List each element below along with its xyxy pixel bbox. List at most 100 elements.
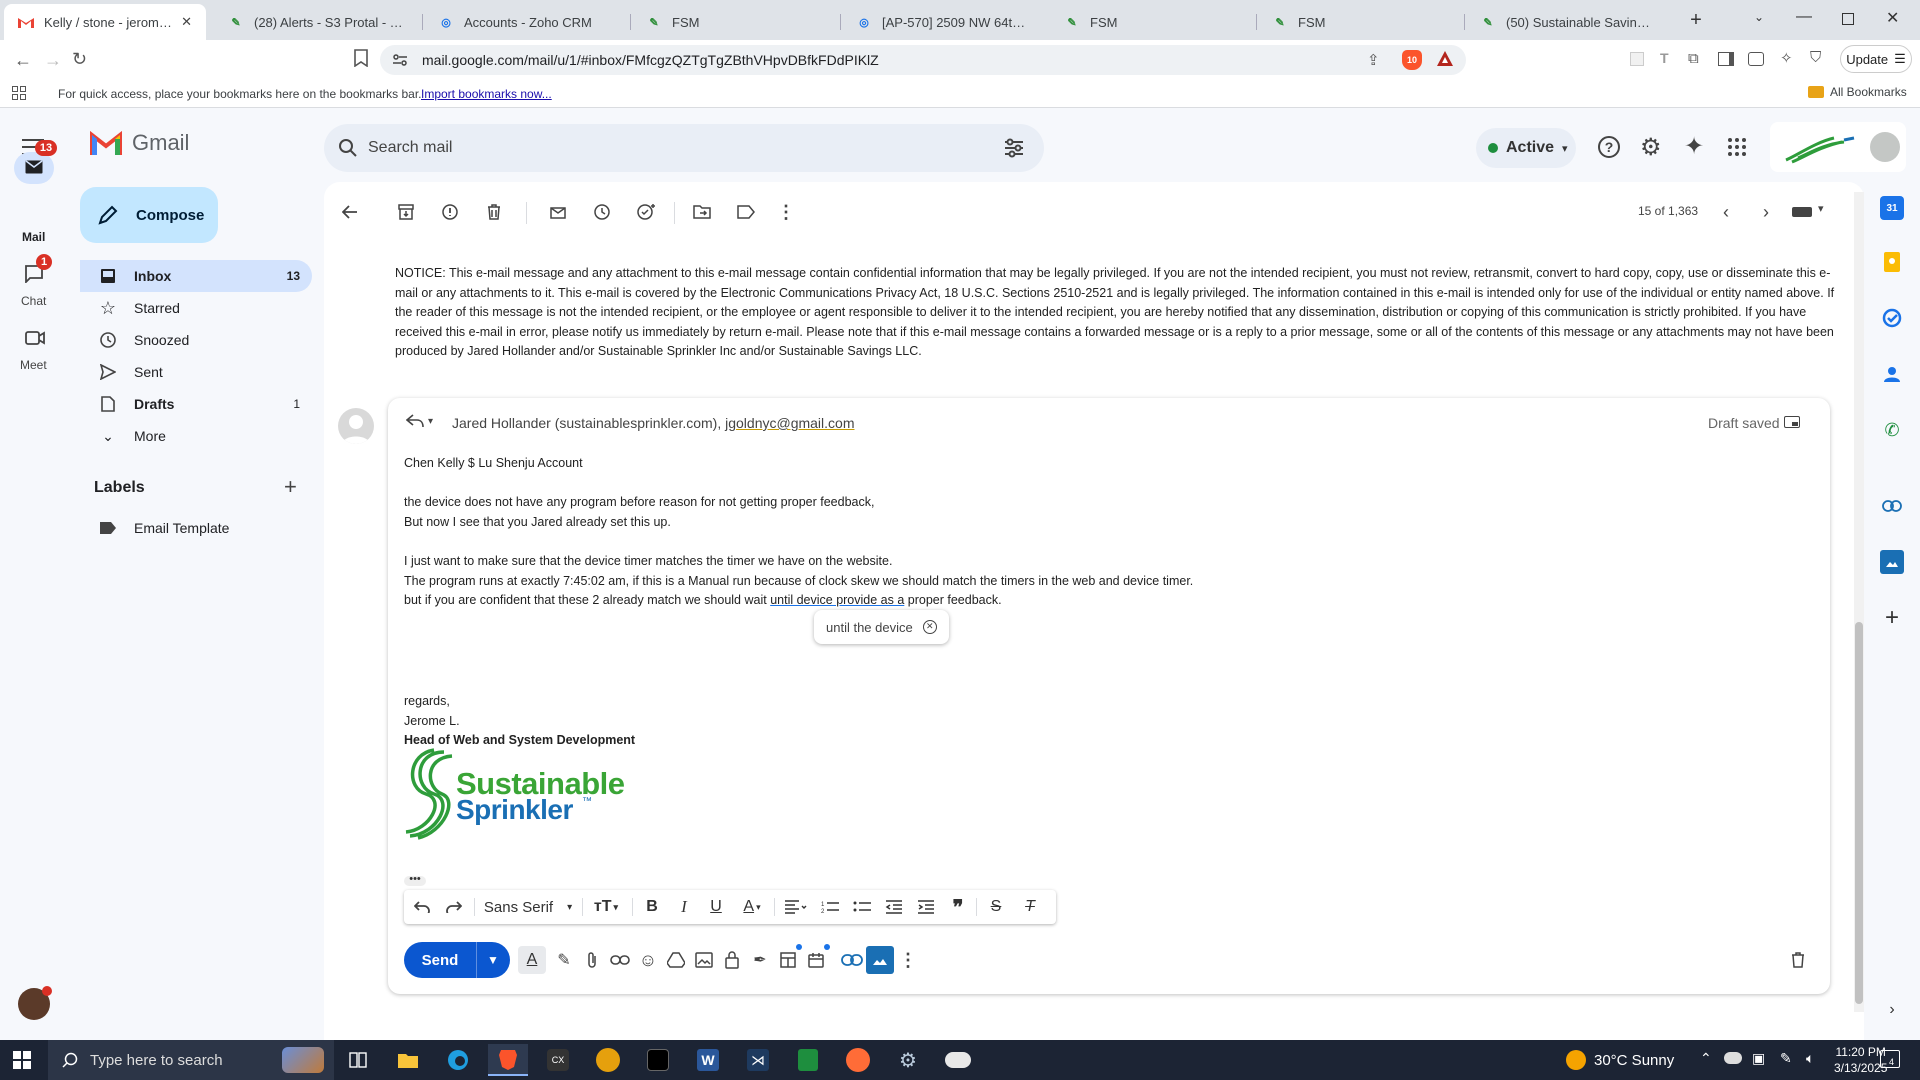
settings-app-icon[interactable]: ⚙ [888,1044,928,1076]
move-to-folder-icon[interactable] [686,196,718,228]
plex-app-icon[interactable] [588,1044,628,1076]
grammar-highlight[interactable]: until device provide as a [770,593,904,607]
discard-draft-icon[interactable] [1784,946,1812,974]
search-input[interactable]: Search mail [368,139,452,157]
tab-alerts[interactable]: ✎ (28) Alerts - S3 Protal - Tasks [214,4,418,40]
site-settings-icon[interactable] [392,52,408,68]
google-calendar-icon[interactable]: 31 [1880,196,1904,220]
extension-icon[interactable] [1630,52,1644,66]
brave-rewards-icon[interactable] [1436,50,1454,68]
italic-icon[interactable]: I [670,890,698,924]
help-icon[interactable]: ? [1598,136,1620,158]
schedule-event-icon[interactable] [802,944,830,974]
bookmark-icon[interactable] [354,49,368,67]
strikethrough-icon[interactable]: S [982,890,1010,924]
tab-zoho-crm[interactable]: ◎ Accounts - Zoho CRM [424,4,624,40]
formatting-options-icon[interactable]: A [518,946,546,974]
cloud-app-icon[interactable] [938,1044,978,1076]
archive-icon[interactable] [390,196,422,228]
tab-sustainable-savings[interactable]: ✎ (50) Sustainable Savings, LLC [1466,4,1670,40]
snooze-clock-icon[interactable] [586,196,618,228]
back-to-inbox-icon[interactable] [334,196,366,228]
bold-icon[interactable]: B [638,890,666,924]
capcut-app-icon[interactable] [638,1044,678,1076]
label-email-template[interactable]: Email Template [80,512,312,544]
share-icon[interactable]: ⇪ [1367,51,1380,69]
nav-sent[interactable]: Sent [80,356,312,388]
bulleted-list-icon[interactable] [848,890,876,924]
layouts-icon[interactable] [774,944,802,974]
report-spam-icon[interactable] [434,196,466,228]
zoho-app-icon[interactable]: CX [538,1044,578,1076]
notification-center-icon[interactable]: 4 [1880,1050,1900,1068]
confidential-mode-icon[interactable] [718,946,746,974]
account-switcher[interactable] [1770,122,1906,172]
newer-chevron-icon[interactable]: ‹ [1710,196,1742,228]
help-me-write-icon[interactable]: ✎ [550,946,578,974]
speaker-icon[interactable]: 🔈︎ [1806,1050,1814,1067]
restore-window-button[interactable] [1842,13,1854,25]
font-family-select[interactable]: Sans Serif ▾ [480,890,576,924]
nav-drafts[interactable]: Drafts 1 [80,388,312,420]
phone-extension-icon[interactable]: ✆ [1880,418,1904,442]
nav-more[interactable]: ⌄ More [80,420,312,452]
meet-now-icon[interactable]: ▣ [1752,1050,1765,1067]
recipients-field[interactable]: Jared Hollander (sustainablesprinkler.co… [452,415,855,431]
message-body-editor[interactable]: Chen Kelly $ Lu Shenju Account the devic… [404,454,1784,611]
mark-unread-icon[interactable] [542,196,574,228]
get-addons-icon[interactable]: + [1880,604,1904,631]
sidebar-toggle-icon[interactable] [1718,52,1734,66]
minimize-window-button[interactable]: — [1796,8,1812,26]
more-options-icon[interactable]: ⋮ [894,946,922,974]
pop-out-icon[interactable] [1784,416,1800,428]
schedule-send-chevron-icon[interactable]: ▼ [477,953,509,967]
all-bookmarks-button[interactable]: All Bookmarks [1808,85,1907,99]
google-drive-icon[interactable] [662,946,690,974]
pen-tray-icon[interactable]: ✎ [1780,1050,1792,1067]
nav-snoozed[interactable]: Snoozed [80,324,312,356]
align-icon[interactable] [778,890,814,924]
numbered-list-icon[interactable]: 12 [816,890,844,924]
attach-file-icon[interactable] [578,946,606,974]
link-extension-icon[interactable] [1880,494,1904,518]
tab-ap-570[interactable]: ◎ [AP-570] 2509 NW 64th Blvd [842,4,1046,40]
sheets-app-icon[interactable] [788,1044,828,1076]
reload-icon[interactable]: ↻ [72,49,87,70]
apps-grid-icon[interactable] [12,86,26,100]
windows-start-icon[interactable] [2,1044,42,1076]
status-selector[interactable]: Active ▾ [1476,128,1576,168]
quote-icon[interactable]: ❞ [944,890,972,924]
scrollbar-track[interactable] [1854,192,1864,1012]
underline-icon[interactable]: U [702,890,730,924]
undo-icon[interactable] [408,890,436,924]
file-explorer-icon[interactable] [388,1044,428,1076]
emoji-icon[interactable]: ☺ [634,946,662,974]
update-button[interactable]: Update ☰ [1840,45,1912,73]
address-bar[interactable]: mail.google.com/mail/u/1/#inbox/FMfcgzQZ… [380,45,1466,75]
indent-less-icon[interactable] [880,890,908,924]
tab-fsm-1[interactable]: ✎ FSM [632,4,836,40]
delete-icon[interactable] [478,196,510,228]
import-bookmarks-link[interactable]: Import bookmarks now... [421,87,552,101]
text-color-icon[interactable]: A ▾ [734,890,770,924]
taskbar-search[interactable]: Type here to search [48,1040,334,1080]
search-options-icon[interactable] [1004,138,1024,158]
recipient-email[interactable]: jgoldnyc@gmail.com [725,415,854,431]
google-contacts-icon[interactable] [1880,362,1904,386]
insert-link-icon[interactable] [606,946,634,974]
close-window-button[interactable]: ✕ [1886,8,1899,28]
rail-mail-button[interactable]: 13 [14,140,57,184]
extension-text-icon[interactable]: T [1660,50,1669,66]
input-tools-button[interactable]: ▾ [1792,203,1834,220]
user-avatar[interactable] [18,986,52,1020]
show-trimmed-content-icon[interactable]: ••• [404,874,426,886]
rail-chat-button[interactable]: 1 [14,254,54,290]
avatar[interactable] [1870,132,1900,162]
brave-shields-icon[interactable]: 10 [1402,50,1422,70]
label-as-icon[interactable] [730,196,762,228]
more-actions-icon[interactable]: ⋮ [770,196,802,228]
back-icon[interactable]: ← [14,50,32,71]
tab-fsm-3[interactable]: ✎ FSM [1258,4,1462,40]
remove-formatting-icon[interactable]: T [1016,890,1044,924]
font-size-icon[interactable]: ᴛT ▾ [586,890,626,924]
